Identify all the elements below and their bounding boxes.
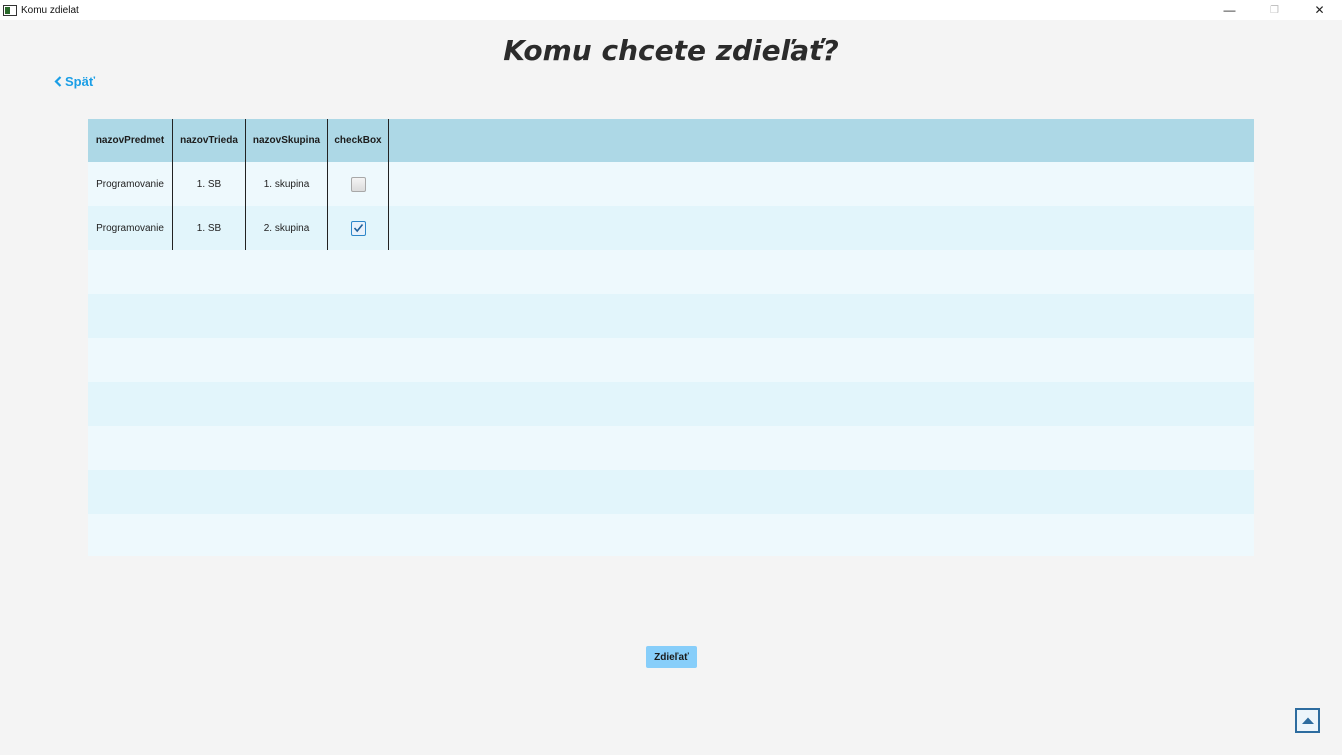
cell-trieda: 1. SB xyxy=(173,206,246,250)
empty-table-row xyxy=(88,514,1254,556)
groups-table: nazovPredmet nazovTrieda nazovSkupina ch… xyxy=(88,119,1254,556)
back-label: Späť xyxy=(65,74,96,89)
chevron-left-icon xyxy=(54,76,62,87)
minimize-button[interactable]: — xyxy=(1207,0,1252,20)
cell-checkbox xyxy=(328,162,389,206)
cell-skupina: 2. skupina xyxy=(246,206,328,250)
cell-predmet: Programovanie xyxy=(88,162,173,206)
column-header-checkbox[interactable]: checkBox xyxy=(328,119,389,162)
table-row[interactable]: Programovanie 1. SB 1. skupina xyxy=(88,162,1254,206)
cell-skupina: 1. skupina xyxy=(246,162,328,206)
empty-table-row xyxy=(88,426,1254,470)
window-title: Komu zdielat xyxy=(21,4,79,16)
arrow-up-icon xyxy=(1301,712,1315,730)
window-titlebar: Komu zdielat — ❐ ✕ xyxy=(0,0,1342,20)
scroll-top-button[interactable] xyxy=(1295,708,1320,733)
close-button[interactable]: ✕ xyxy=(1297,0,1342,20)
empty-table-row xyxy=(88,338,1254,382)
column-header-nazov-predmet[interactable]: nazovPredmet xyxy=(88,119,173,162)
back-button[interactable]: Späť xyxy=(54,74,95,89)
column-header-nazov-skupina[interactable]: nazovSkupina xyxy=(246,119,328,162)
column-header-nazov-trieda[interactable]: nazovTrieda xyxy=(173,119,246,162)
cell-checkbox xyxy=(328,206,389,250)
table-header: nazovPredmet nazovTrieda nazovSkupina ch… xyxy=(88,119,1254,162)
checkmark-icon xyxy=(353,223,363,233)
window-controls: — ❐ ✕ xyxy=(1207,0,1342,20)
cell-predmet: Programovanie xyxy=(88,206,173,250)
empty-table-row xyxy=(88,294,1254,338)
empty-table-row xyxy=(88,250,1254,294)
cell-trieda: 1. SB xyxy=(173,162,246,206)
share-button[interactable]: Zdieľať xyxy=(646,646,697,668)
page-title: Komu chcete zdieľať? xyxy=(503,34,839,67)
row-checkbox[interactable] xyxy=(350,220,366,236)
app-icon xyxy=(3,4,17,16)
row-checkbox[interactable] xyxy=(350,176,366,192)
restore-button[interactable]: ❐ xyxy=(1252,0,1297,20)
empty-table-row xyxy=(88,382,1254,426)
table-row[interactable]: Programovanie 1. SB 2. skupina xyxy=(88,206,1254,250)
empty-table-row xyxy=(88,470,1254,514)
